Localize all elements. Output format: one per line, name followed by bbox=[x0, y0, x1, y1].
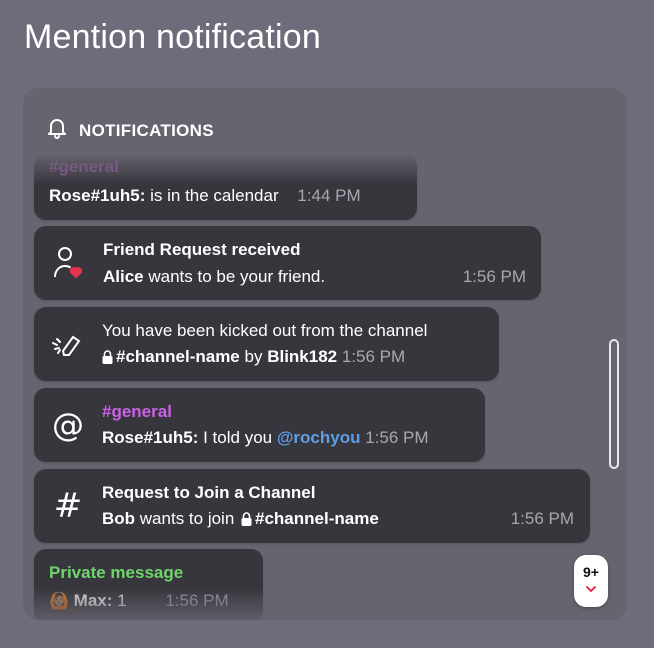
chevron-down-icon bbox=[585, 580, 597, 598]
notification-time: 1:56 PM bbox=[510, 509, 574, 528]
unread-count-badge[interactable]: 9+ bbox=[574, 555, 608, 607]
notification-card-friend-request[interactable]: Friend Request received Alice wants to b… bbox=[34, 226, 541, 300]
notification-user: Bob bbox=[102, 509, 136, 528]
notification-channel: #general bbox=[102, 402, 172, 421]
notification-text: wants to be your friend. bbox=[148, 267, 326, 286]
notification-time: 1:56 PM bbox=[165, 591, 229, 610]
panel-header-label: NOTIFICATIONS bbox=[79, 120, 214, 140]
notification-body: Rose#1uh5: I told you @rochyou 1:56 PM bbox=[102, 428, 429, 448]
notification-user: Alice bbox=[103, 267, 144, 286]
lock-icon bbox=[102, 349, 113, 369]
scrollbar[interactable] bbox=[609, 339, 619, 469]
notification-body: Bob wants to join #channel-name 1:56 PM bbox=[102, 509, 574, 531]
at-icon: @ bbox=[52, 406, 84, 444]
notification-text: is in the calendar bbox=[150, 186, 279, 205]
notification-body: Rose#1uh5: is in the calendar 1:44 PM bbox=[49, 186, 361, 206]
notification-user: Blink182 bbox=[267, 347, 338, 366]
mention-link[interactable]: @rochyou bbox=[277, 428, 361, 447]
notification-card-channel-message[interactable]: #general Rose#1uh5: is in the calendar 1… bbox=[34, 154, 417, 220]
notification-text: wants to join bbox=[139, 509, 235, 528]
bell-icon bbox=[45, 116, 69, 145]
panel-header: NOTIFICATIONS bbox=[45, 116, 214, 145]
unread-count: 9+ bbox=[583, 564, 599, 580]
notification-body: 🙆🏽 Max: 1 1:56 PM bbox=[49, 591, 229, 611]
user-heart-icon bbox=[48, 243, 88, 283]
notification-channel: #channel-name bbox=[255, 509, 379, 528]
notification-title: Friend Request received bbox=[103, 240, 301, 259]
notification-text: I told you bbox=[203, 428, 273, 447]
page-title: Mention notification bbox=[24, 18, 321, 56]
notification-channel: #general bbox=[49, 157, 119, 176]
notification-time: 1:56 PM bbox=[365, 428, 429, 447]
notification-title: Request to Join a Channel bbox=[102, 483, 316, 502]
notification-card-join-request[interactable]: # Request to Join a Channel Bob wants to… bbox=[34, 469, 590, 543]
notification-card-kicked[interactable]: You have been kicked out from the channe… bbox=[34, 307, 499, 381]
notification-title: You have been kicked out from the channe… bbox=[102, 321, 428, 340]
kick-icon bbox=[48, 324, 88, 364]
notification-time: 1:56 PM bbox=[341, 347, 406, 366]
notifications-panel: NOTIFICATIONS #general Rose#1uh5: is in … bbox=[23, 88, 627, 620]
notification-time: 1:56 PM bbox=[462, 267, 526, 286]
notification-time: 1:44 PM bbox=[297, 186, 361, 205]
notification-user: Rose#1uh5: bbox=[102, 428, 199, 447]
notification-user: Rose#1uh5: bbox=[49, 186, 146, 205]
hash-icon: # bbox=[53, 486, 83, 526]
notification-text: 1 bbox=[117, 591, 127, 610]
avatar: 🙆🏽 bbox=[49, 593, 69, 610]
lock-icon bbox=[241, 511, 252, 531]
notification-channel: #channel-name bbox=[116, 347, 240, 366]
notification-user: Max: bbox=[73, 591, 113, 610]
notification-card-private-message[interactable]: Private message 🙆🏽 Max: 1 1:56 PM bbox=[34, 549, 263, 620]
notification-body: Alice wants to be your friend. 1:56 PM bbox=[103, 267, 526, 287]
notification-title: Private message bbox=[49, 563, 184, 582]
notification-by: by bbox=[244, 347, 263, 366]
notification-card-mention[interactable]: @ #general Rose#1uh5: I told you @rochyo… bbox=[34, 388, 485, 462]
notification-body: #channel-name by Blink182 1:56 PM bbox=[102, 347, 405, 369]
